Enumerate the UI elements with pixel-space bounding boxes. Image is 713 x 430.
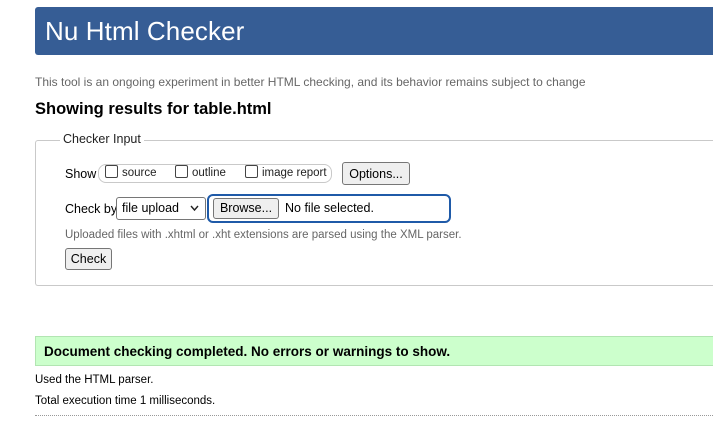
outline-checkbox-label[interactable]: outline: [192, 167, 226, 179]
show-label: Show: [65, 167, 97, 181]
xml-parser-note: Uploaded files with .xhtml or .xht exten…: [65, 229, 462, 241]
check-by-select[interactable]: file upload: [116, 197, 206, 220]
options-button[interactable]: Options...: [342, 162, 410, 185]
file-status-text: No file selected.: [285, 201, 374, 215]
intro-text: This tool is an ongoing experiment in be…: [35, 75, 586, 89]
check-button[interactable]: Check: [65, 248, 112, 270]
parser-info: Used the HTML parser.: [35, 374, 154, 386]
check-by-label: Check by: [65, 202, 118, 216]
success-text: Document checking completed. No errors o…: [44, 344, 451, 359]
divider: [35, 415, 713, 416]
image-report-checkbox[interactable]: [245, 165, 258, 178]
page-header: Nu Html Checker: [35, 7, 713, 55]
fieldset-legend: Checker Input: [60, 132, 144, 146]
browse-button[interactable]: Browse...: [213, 198, 279, 219]
success-message: Document checking completed. No errors o…: [35, 336, 713, 366]
source-checkbox-label[interactable]: source: [122, 167, 157, 179]
execution-time: Total execution time 1 milliseconds.: [35, 395, 216, 407]
source-checkbox[interactable]: [105, 165, 118, 178]
check-by-selected-value: file upload: [122, 201, 179, 215]
outline-checkbox[interactable]: [175, 165, 188, 178]
results-heading: Showing results for table.html: [35, 100, 272, 118]
image-report-checkbox-label[interactable]: image report: [262, 167, 327, 179]
app-title: Nu Html Checker: [45, 16, 245, 46]
chevron-down-icon: [190, 205, 199, 212]
